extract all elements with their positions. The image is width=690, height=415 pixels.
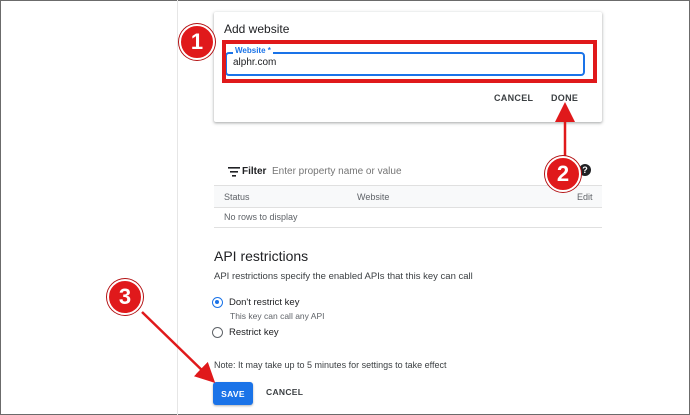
filter-bar: Filter ?	[214, 158, 602, 186]
filter-label: Filter	[242, 166, 267, 177]
api-restrictions-description: API restrictions specify the enabled API…	[214, 271, 473, 282]
column-status[interactable]: Status	[224, 192, 250, 202]
card-title: Add website	[224, 22, 290, 36]
step-badge-1: 1	[179, 24, 215, 60]
radio-sublabel: This key can call any API	[230, 311, 325, 321]
sidebar-divider	[177, 0, 178, 415]
radio-restrict[interactable]: Restrict key	[212, 327, 279, 338]
save-button[interactable]: SAVE	[213, 382, 253, 405]
radio-unchecked-icon[interactable]	[212, 327, 223, 338]
step-badge-3: 3	[107, 279, 143, 315]
table-header: Status Website Edit	[214, 186, 602, 208]
radio-dont-restrict[interactable]: Don't restrict key	[212, 297, 299, 308]
step-badge-2: 2	[545, 156, 581, 192]
radio-checked-icon[interactable]	[212, 297, 223, 308]
cancel-button[interactable]: CANCEL	[494, 93, 533, 103]
filter-icon[interactable]	[228, 167, 240, 177]
radio-label: Don't restrict key	[229, 297, 300, 308]
filter-input[interactable]	[272, 166, 522, 177]
empty-text: No rows to display	[224, 212, 298, 222]
cancel-button-bottom[interactable]: CANCEL	[266, 387, 303, 397]
api-restrictions-title: API restrictions	[214, 248, 309, 264]
done-button[interactable]: DONE	[551, 93, 578, 103]
radio-label: Restrict key	[229, 327, 279, 338]
highlight-box	[222, 40, 597, 83]
column-website[interactable]: Website	[357, 192, 389, 202]
column-edit: Edit	[577, 192, 593, 202]
settings-note: Note: It may take up to 5 minutes for se…	[214, 360, 447, 370]
table-empty-row: No rows to display	[214, 208, 602, 228]
